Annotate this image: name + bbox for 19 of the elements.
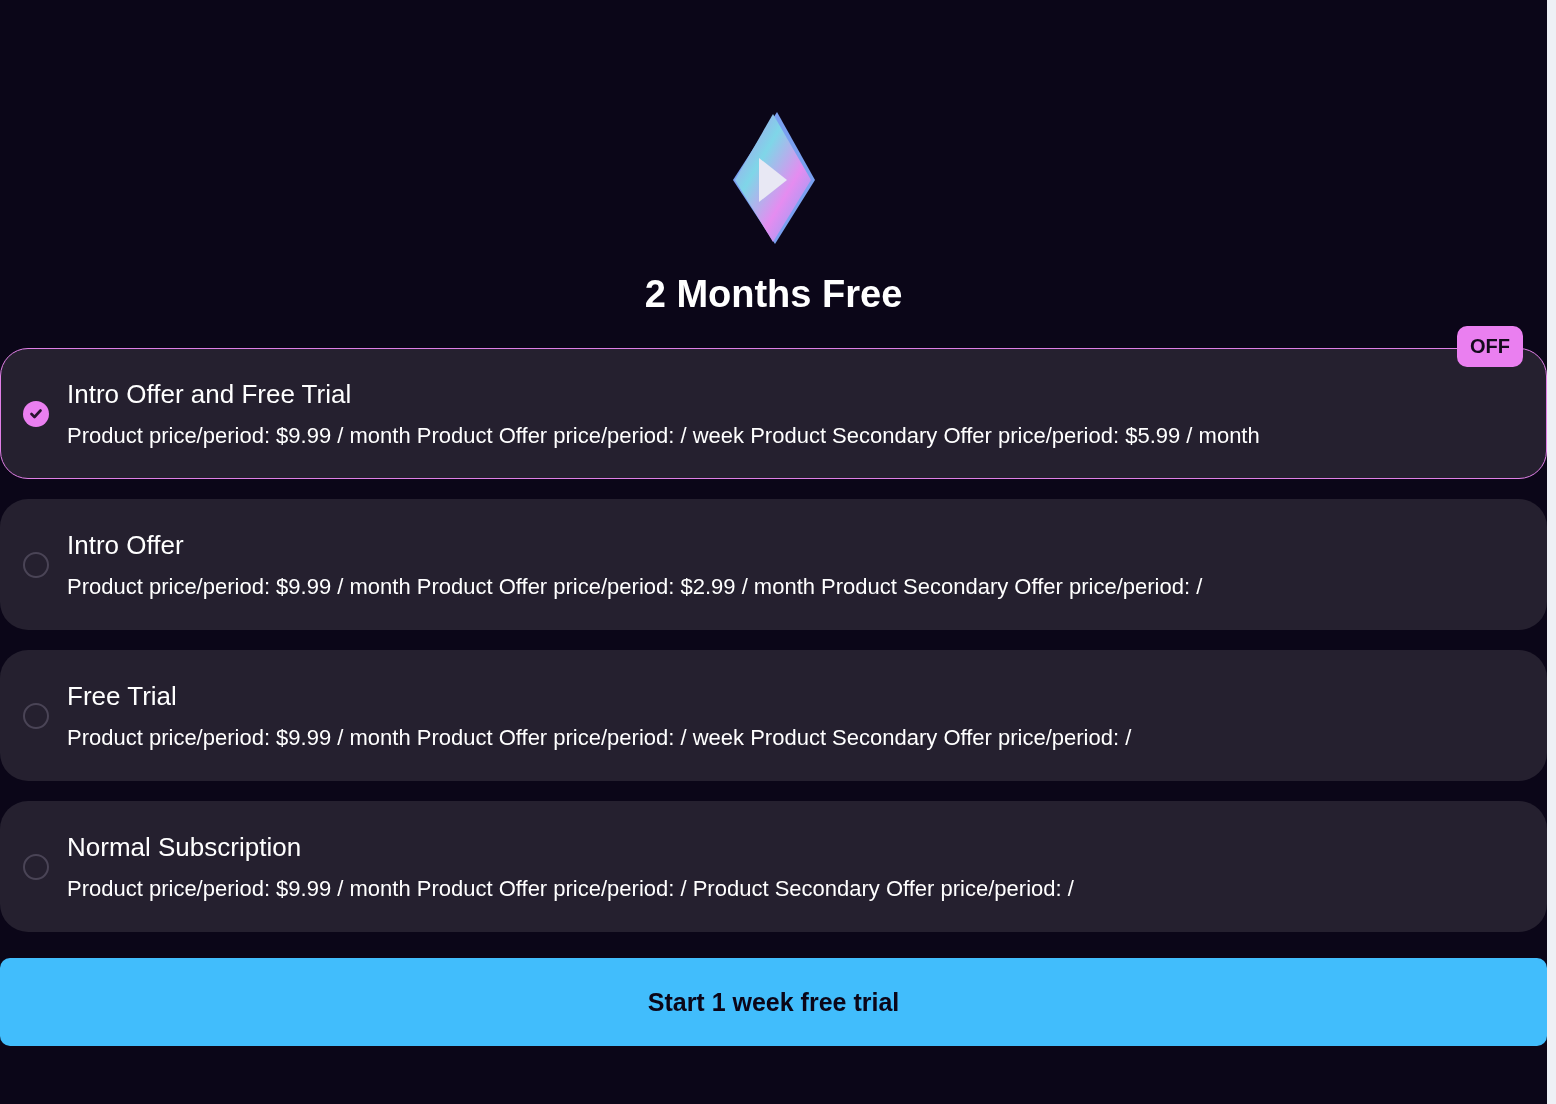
radio-button[interactable] — [23, 853, 49, 880]
radio-button[interactable] — [23, 702, 49, 729]
radio-button[interactable] — [23, 400, 49, 427]
plan-details: Product price/period: $9.99 / month Product Offer price/period: / Product Secondary Offer price/period: / — [67, 875, 1074, 902]
radio-button[interactable] — [23, 551, 49, 578]
offer-title: 2 Months Free — [644, 272, 903, 316]
plan-name: Normal Subscription — [67, 831, 303, 862]
plan-details: Product price/period: $9.99 / month Product Offer price/period: / week Product Secondary Offer price/period: $5.99 / month — [67, 422, 1260, 449]
plan-option[interactable]: Free Trial Product price/period: $9.99 / month Product Offer price/period: / week Product Secondary Offer price/period: / — [0, 650, 1547, 781]
plan-option[interactable]: Normal Subscription Product price/period: $9.99 / month Product Offer price/period: / Product Secondary Offer price/period: / — [0, 801, 1547, 932]
plan-name: Intro Offer and Free Trial — [67, 378, 353, 409]
start-trial-button[interactable]: Start 1 week free trial — [0, 958, 1547, 1046]
discount-badge: OFF — [1457, 326, 1523, 367]
check-icon — [30, 408, 42, 419]
plan-details: Product price/period: $9.99 / month Product Offer price/period: / week Product Secondary Offer price/period: / — [67, 724, 1132, 751]
plan-option[interactable]: Intro Offer Product price/period: $9.99 / month Product Offer price/period: $2.99 / month Product Secondary Offer price/period: / — [0, 499, 1547, 630]
plan-name: Free Trial — [67, 680, 178, 711]
plan-name: Intro Offer — [67, 529, 185, 560]
plan-details: Product price/period: $9.99 / month Product Offer price/period: $2.99 / month Product Secondary Offer price/period: / — [67, 573, 1203, 600]
